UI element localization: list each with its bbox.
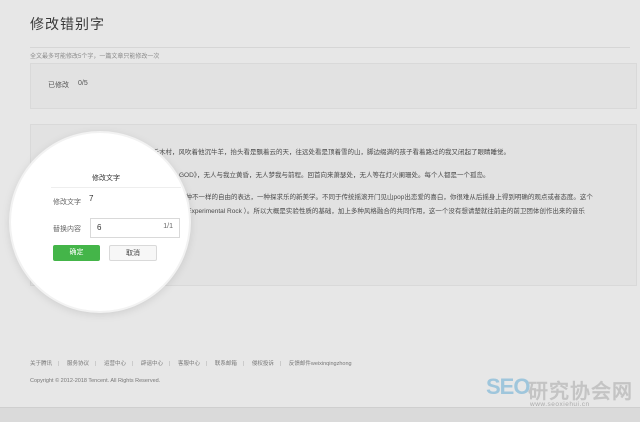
article-line-4[interactable]: （ Experimental Rock ）。所以大概是实验性质的基础，加上多种风… bbox=[179, 205, 635, 215]
footer-separator: | bbox=[279, 361, 282, 367]
title-divider bbox=[30, 47, 630, 48]
footer-link[interactable]: 辟谣中心 bbox=[141, 361, 163, 367]
footer-links: 关于腾讯 | 服务协议 | 运营中心 | 辟谣中心 | 客服中心 | 联系邮箱 | 侵权投诉… bbox=[30, 359, 358, 367]
footer-link[interactable]: 运营中心 bbox=[104, 361, 126, 367]
edit-status-panel: 已修改 0/5 bbox=[30, 63, 637, 109]
replacement-input[interactable]: 6 1/1 bbox=[90, 218, 180, 238]
dialog-divider bbox=[51, 187, 181, 188]
original-char-value: 7 bbox=[89, 194, 94, 203]
confirm-button[interactable]: 确定 bbox=[53, 245, 100, 261]
replacement-char-count: 1/1 bbox=[163, 223, 173, 230]
footer-link[interactable]: 关于腾讯 bbox=[30, 361, 52, 367]
cancel-button[interactable]: 取消 bbox=[109, 245, 157, 261]
edit-limit-note: 全文最多可能修改5个字，一篇文章只能修改一次 bbox=[30, 54, 160, 60]
footer-separator: | bbox=[131, 361, 134, 367]
footer-separator: | bbox=[58, 361, 60, 367]
edited-count: 0/5 bbox=[78, 80, 88, 87]
footer-separator: | bbox=[242, 361, 245, 367]
edited-label: 已修改 bbox=[48, 82, 69, 89]
footer-separator: | bbox=[95, 361, 97, 367]
footer-separator: | bbox=[168, 361, 171, 367]
replacement-label: 替换内容 bbox=[53, 226, 81, 233]
dialog-title: 修改文字 bbox=[92, 175, 120, 182]
original-char-label: 修改文字 bbox=[53, 199, 81, 206]
edit-dialog-magnifier: 修改文字 修改文字 7 替换内容 6 1/1 确定 取消 bbox=[11, 133, 189, 311]
watermark-brand: SEO bbox=[486, 374, 530, 399]
original-char-field: 7 bbox=[85, 191, 177, 210]
article-line-3[interactable]: 一种不一样的自由的表达，一种探求乐的新美学。不同于传统摇滚开门见山pop出恋爱的… bbox=[179, 191, 635, 201]
footer-separator: | bbox=[205, 361, 208, 367]
page-title: 修改错别字 bbox=[30, 16, 105, 32]
footer-link[interactable]: 侵权投诉 bbox=[252, 361, 274, 367]
copyright: Copyright © 2012-2018 Tencent. All Right… bbox=[30, 378, 161, 384]
footer-link[interactable]: 反馈邮件weixinqingzhong bbox=[289, 361, 352, 367]
watermark-brand-cn: 研究协会网 bbox=[528, 381, 633, 403]
footer-link[interactable]: 客服中心 bbox=[178, 361, 200, 367]
footer-link[interactable]: 联系邮箱 bbox=[215, 361, 237, 367]
bottom-bar bbox=[0, 407, 640, 422]
footer-link[interactable]: 服务协议 bbox=[67, 361, 89, 367]
replacement-value: 6 bbox=[97, 223, 102, 232]
article-line-2[interactable]: GOD》，无人与我立黄昏，无人梦我与前程。回首向来萧瑟处，无人等在灯火阑珊处。每… bbox=[179, 169, 629, 179]
page-background: 修改错别字 全文最多可能修改5个字，一篇文章只能修改一次 已修改 0/5 图片摄… bbox=[0, 0, 640, 422]
